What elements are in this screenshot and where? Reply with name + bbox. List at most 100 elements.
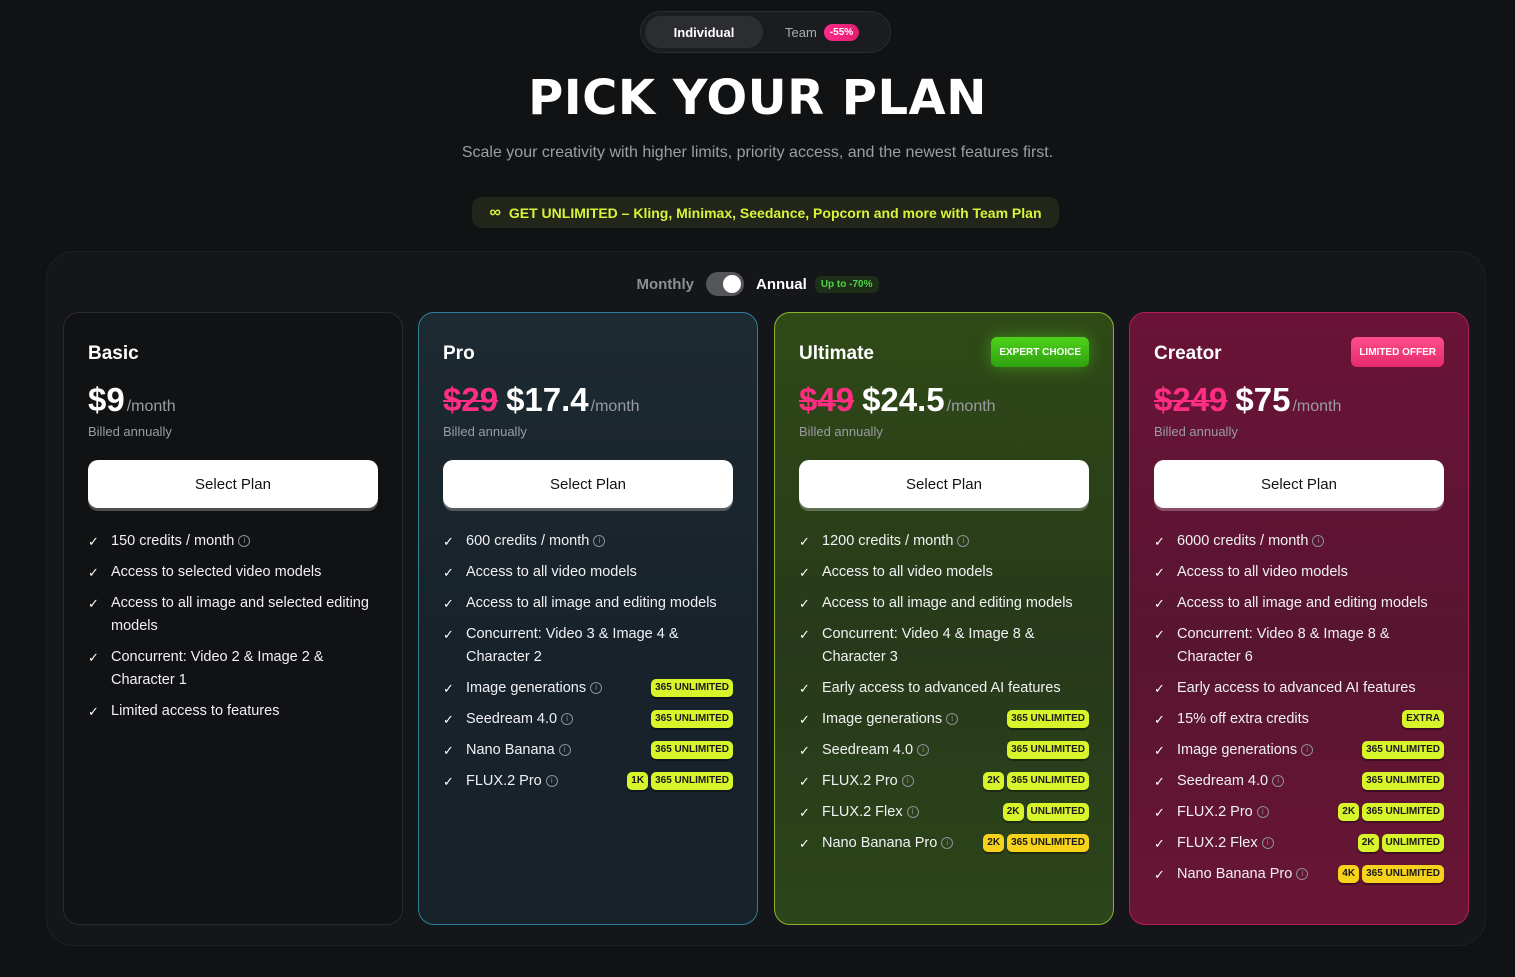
checkmark-icon: ✓ [799, 774, 810, 789]
feature-text: Concurrent: Video 2 & Image 2 & Characte… [111, 649, 324, 688]
price-period: /month [126, 398, 176, 415]
info-icon[interactable]: i [545, 775, 558, 788]
info-icon[interactable]: i [593, 535, 606, 548]
feature-text-wrap: 150 credits / month i [111, 530, 378, 553]
info-icon[interactable]: i [941, 837, 954, 850]
individual-tab[interactable]: Individual [645, 16, 763, 48]
info-icon[interactable]: i [917, 744, 930, 757]
feature-text-wrap: Access to all image and selected editing… [111, 592, 378, 638]
feature-tag: 4K [1338, 865, 1360, 883]
info-icon[interactable]: i [901, 775, 914, 788]
feature-text-wrap: Concurrent: Video 4 & Image 8 & Characte… [822, 623, 1089, 669]
info-icon[interactable]: i [590, 682, 603, 695]
plan-name: Ultimate [799, 343, 874, 364]
feature-item: ✓ Image generations i 365 UNLIMITED [799, 708, 1089, 731]
info-icon[interactable]: i [1296, 868, 1309, 881]
feature-text: Concurrent: Video 3 & Image 4 & Characte… [466, 626, 679, 665]
feature-text: 150 credits / month [111, 533, 235, 549]
monthly-label[interactable]: Monthly [636, 276, 694, 293]
info-icon[interactable]: i [558, 744, 571, 757]
price-row: $9/month [88, 381, 176, 419]
checkmark-icon: ✓ [1154, 627, 1165, 642]
feature-tag: 365 UNLIMITED [651, 741, 733, 759]
info-icon[interactable]: i [238, 535, 251, 548]
feature-tag: 365 UNLIMITED [651, 679, 733, 697]
billing-period-toggle[interactable] [705, 272, 744, 296]
select-plan-button[interactable]: Select Plan [799, 460, 1089, 508]
feature-tag: UNLIMITED [1026, 803, 1089, 821]
feature-text: Access to all image and editing models [466, 595, 717, 611]
checkmark-icon: ✓ [1154, 867, 1165, 882]
feature-text: Nano Banana Pro [822, 835, 938, 851]
info-icon[interactable]: i [1272, 775, 1285, 788]
checkmark-icon: ✓ [1154, 805, 1165, 820]
feature-item: ✓ 1200 credits / month i [799, 530, 1089, 553]
checkmark-icon: ✓ [799, 712, 810, 727]
plan-card-pro: Pro $29 $17.4/month Billed annually Select P… [418, 312, 758, 925]
feature-tag: 365 UNLIMITED [1362, 741, 1444, 759]
feature-tags: 2K 365 UNLIMITED [983, 834, 1089, 852]
feature-item: ✓ Access to all image and editing models [799, 592, 1089, 615]
feature-tag: 1K [627, 772, 649, 790]
team-tab[interactable]: Team -55% [785, 23, 860, 41]
info-icon[interactable]: i [946, 713, 959, 726]
feature-text: Access to all image and editing models [822, 595, 1073, 611]
info-icon[interactable]: i [957, 535, 970, 548]
feature-tags: 2K UNLIMITED [1357, 834, 1444, 852]
checkmark-icon: ✓ [443, 627, 454, 642]
plan-type-switch: Individual Team -55% [640, 11, 891, 53]
price-row: $29 $17.4/month [443, 381, 640, 419]
feature-tags: 365 UNLIMITED [1362, 772, 1444, 790]
feature-text-wrap: Limited access to features [111, 700, 378, 723]
team-plan-promo-banner[interactable]: ∞ GET UNLIMITED – Kling, Minimax, Seedan… [472, 197, 1059, 228]
checkmark-icon: ✓ [443, 774, 454, 789]
feature-text: Image generations [466, 680, 587, 696]
feature-item: ✓ Access to all image and editing models [443, 592, 733, 615]
feature-tag: 365 UNLIMITED [1362, 772, 1444, 790]
plan-card-basic: Basic $9/month Billed annually Select Plan ✓… [63, 312, 403, 925]
info-icon[interactable]: i [1301, 744, 1314, 757]
toggle-knob [722, 275, 741, 293]
checkmark-icon: ✓ [88, 704, 99, 719]
feature-tag: 365 UNLIMITED [1007, 834, 1089, 852]
price-row: $49 $24.5/month [799, 381, 996, 419]
checkmark-icon: ✓ [799, 805, 810, 820]
feature-text: Seedream 4.0 [822, 742, 914, 758]
select-plan-button[interactable]: Select Plan [443, 460, 733, 508]
feature-tags: EXTRA [1402, 710, 1444, 728]
feature-item: ✓ 6000 credits / month i [1154, 530, 1444, 553]
feature-tag: 2K [1338, 803, 1360, 821]
info-icon[interactable]: i [1312, 535, 1325, 548]
feature-text-wrap: Concurrent: Video 3 & Image 4 & Characte… [466, 623, 733, 669]
infinity-icon: ∞ [489, 203, 501, 221]
feature-item: ✓ Access to selected video models [88, 561, 378, 584]
checkmark-icon: ✓ [88, 650, 99, 665]
feature-text-wrap: Access to all video models [466, 561, 733, 584]
price-period: /month [1292, 398, 1342, 415]
feature-text-wrap: 6000 credits / month i [1177, 530, 1444, 553]
feature-text: Concurrent: Video 4 & Image 8 & Characte… [822, 626, 1035, 665]
feature-item: ✓ Limited access to features [88, 700, 378, 723]
feature-text: Access to all video models [1177, 564, 1348, 580]
feature-text: Image generations [822, 711, 943, 727]
plan-name: Basic [88, 343, 139, 364]
checkmark-icon: ✓ [1154, 743, 1165, 758]
info-icon[interactable]: i [1256, 806, 1269, 819]
feature-item: ✓ Access to all image and selected editin… [88, 592, 378, 638]
info-icon[interactable]: i [1261, 837, 1274, 850]
checkmark-icon: ✓ [799, 627, 810, 642]
original-price: $249 [1154, 381, 1228, 418]
feature-list: ✓ 150 credits / month i ✓ Access to selected… [88, 530, 378, 731]
checkmark-icon: ✓ [799, 836, 810, 851]
checkmark-icon: ✓ [799, 596, 810, 611]
feature-text-wrap: Access to all image and editing models [1177, 592, 1444, 615]
plan-name: Pro [443, 343, 475, 364]
feature-item: ✓ Access to all video models [443, 561, 733, 584]
select-plan-button[interactable]: Select Plan [88, 460, 378, 508]
select-plan-button[interactable]: Select Plan [1154, 460, 1444, 508]
info-icon[interactable]: i [561, 713, 574, 726]
feature-text: Access to selected video models [111, 564, 322, 580]
info-icon[interactable]: i [906, 806, 919, 819]
annual-label[interactable]: Annual [756, 276, 807, 293]
feature-item: ✓ Nano Banana Pro i 2K 365 UNLIMITED [799, 832, 1089, 855]
